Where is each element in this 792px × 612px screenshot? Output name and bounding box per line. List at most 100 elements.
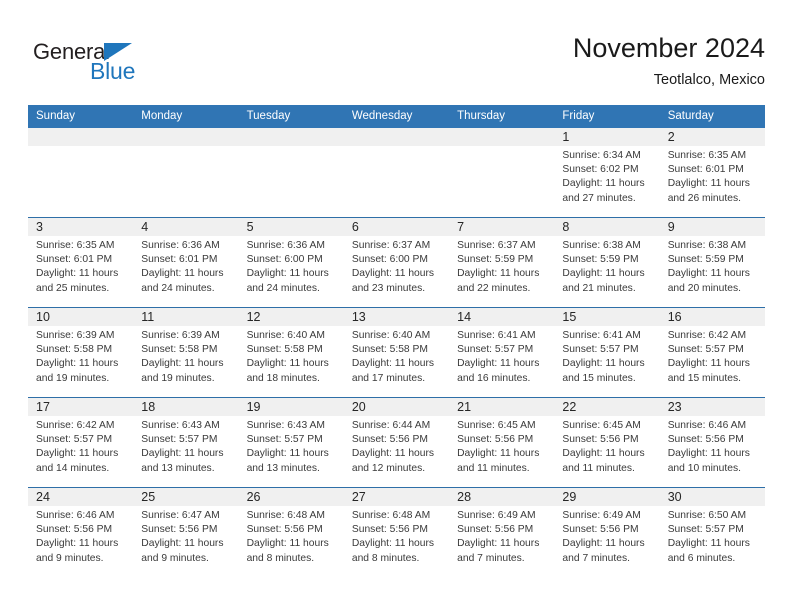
daylight-text: Daylight: 11 hours	[246, 358, 329, 370]
day-cell[interactable]: 9 Sunrise: 6:38 AM Sunset: 5:59 PM Dayli…	[659, 217, 765, 308]
daylight-text-cont: and 11 minutes.	[457, 462, 530, 474]
weekday-header-friday: Friday	[554, 105, 660, 128]
day-cell[interactable]	[449, 128, 555, 218]
daylight-text: Daylight: 11 hours	[562, 538, 645, 550]
day-number: 12	[238, 308, 344, 326]
day-cell[interactable]: 1 Sunrise: 6:34 AM Sunset: 6:02 PM Dayli…	[554, 128, 660, 218]
day-cell[interactable]: 27 Sunrise: 6:48 AM Sunset: 5:56 PM Dayl…	[343, 487, 450, 577]
daylight-text: Daylight: 11 hours	[667, 178, 750, 190]
day-number: 3	[28, 218, 134, 236]
day-number: 4	[133, 218, 239, 236]
day-cell[interactable]: 19 Sunrise: 6:43 AM Sunset: 5:57 PM Dayl…	[238, 397, 344, 488]
day-cell[interactable]: 3 Sunrise: 6:35 AM Sunset: 6:01 PM Dayli…	[28, 217, 134, 308]
day-number	[343, 128, 450, 146]
daylight-text: Daylight: 11 hours	[246, 538, 329, 550]
day-cell[interactable]: 30 Sunrise: 6:50 AM Sunset: 5:57 PM Dayl…	[659, 487, 765, 577]
day-cell[interactable]: 12 Sunrise: 6:40 AM Sunset: 5:58 PM Dayl…	[238, 307, 344, 398]
day-cell[interactable]: 7 Sunrise: 6:37 AM Sunset: 5:59 PM Dayli…	[449, 217, 555, 308]
day-cell[interactable]	[133, 128, 239, 218]
page-header: General Blue November 2024 Teotlalco, Me…	[0, 0, 792, 100]
sunset-text: Sunset: 5:56 PM	[457, 524, 534, 536]
day-cell[interactable]: 29 Sunrise: 6:49 AM Sunset: 5:56 PM Dayl…	[554, 487, 660, 577]
day-number: 18	[133, 398, 239, 416]
daylight-text-cont: and 15 minutes.	[667, 372, 741, 384]
daylight-text-cont: and 16 minutes.	[457, 372, 531, 384]
day-cell[interactable]: 20 Sunrise: 6:44 AM Sunset: 5:56 PM Dayl…	[343, 397, 450, 488]
daylight-text: Daylight: 11 hours	[141, 448, 224, 460]
sunrise-text: Sunrise: 6:46 AM	[667, 420, 747, 431]
sunrise-text: Sunrise: 6:36 AM	[141, 240, 220, 251]
daylight-text: Daylight: 11 hours	[562, 448, 645, 460]
sunset-text: Sunset: 5:56 PM	[351, 434, 428, 446]
daylight-text: Daylight: 11 hours	[36, 268, 119, 280]
daylight-text: Daylight: 11 hours	[562, 178, 645, 190]
day-cell[interactable]: 11 Sunrise: 6:39 AM Sunset: 5:58 PM Dayl…	[133, 307, 239, 398]
day-cell[interactable]	[343, 128, 450, 218]
day-number: 6	[343, 218, 450, 236]
sunrise-text: Sunrise: 6:36 AM	[246, 240, 325, 251]
daylight-text: Daylight: 11 hours	[667, 448, 750, 460]
sunset-text: Sunset: 6:01 PM	[667, 164, 744, 176]
day-cell[interactable]: 5 Sunrise: 6:36 AM Sunset: 6:00 PM Dayli…	[238, 217, 344, 308]
day-cell[interactable]: 26 Sunrise: 6:48 AM Sunset: 5:56 PM Dayl…	[238, 487, 344, 577]
daylight-text-cont: and 25 minutes.	[36, 282, 110, 294]
daylight-text-cont: and 27 minutes.	[562, 192, 636, 204]
daylight-text: Daylight: 11 hours	[667, 268, 750, 280]
day-number	[133, 128, 239, 146]
day-cell[interactable]: 4 Sunrise: 6:36 AM Sunset: 6:01 PM Dayli…	[133, 217, 239, 308]
day-cell[interactable]: 10 Sunrise: 6:39 AM Sunset: 5:58 PM Dayl…	[28, 307, 134, 398]
daylight-text: Daylight: 11 hours	[36, 358, 119, 370]
daylight-text: Daylight: 11 hours	[562, 358, 645, 370]
week-row: 17 Sunrise: 6:42 AM Sunset: 5:57 PM Dayl…	[28, 397, 765, 488]
weekday-header-monday: Monday	[133, 105, 239, 128]
day-cell[interactable]: 2 Sunrise: 6:35 AM Sunset: 6:01 PM Dayli…	[659, 128, 765, 218]
sunrise-text: Sunrise: 6:49 AM	[457, 510, 536, 521]
day-cell[interactable]: 21 Sunrise: 6:45 AM Sunset: 5:56 PM Dayl…	[449, 397, 555, 488]
daylight-text-cont: and 21 minutes.	[562, 282, 636, 294]
day-number: 22	[554, 398, 660, 416]
sunset-text: Sunset: 6:02 PM	[562, 164, 639, 176]
day-number: 5	[238, 218, 344, 236]
sunrise-text: Sunrise: 6:46 AM	[36, 510, 115, 521]
day-cell[interactable]: 25 Sunrise: 6:47 AM Sunset: 5:56 PM Dayl…	[133, 487, 239, 577]
daylight-text-cont: and 13 minutes.	[141, 462, 215, 474]
day-cell[interactable]: 18 Sunrise: 6:43 AM Sunset: 5:57 PM Dayl…	[133, 397, 239, 488]
sunrise-text: Sunrise: 6:37 AM	[351, 240, 431, 251]
day-number: 14	[449, 308, 555, 326]
day-number: 29	[554, 488, 660, 506]
sunrise-text: Sunrise: 6:43 AM	[246, 420, 325, 431]
day-cell[interactable]: 24 Sunrise: 6:46 AM Sunset: 5:56 PM Dayl…	[28, 487, 134, 577]
daylight-text: Daylight: 11 hours	[141, 358, 224, 370]
weekday-header-sunday: Sunday	[28, 105, 134, 128]
sunset-text: Sunset: 5:56 PM	[457, 434, 534, 446]
daylight-text-cont: and 10 minutes.	[667, 462, 741, 474]
day-cell[interactable]	[238, 128, 344, 218]
daylight-text-cont: and 13 minutes.	[246, 462, 320, 474]
daylight-text-cont: and 12 minutes.	[351, 462, 426, 474]
sunrise-text: Sunrise: 6:49 AM	[562, 510, 641, 521]
sunrise-text: Sunrise: 6:35 AM	[667, 150, 747, 161]
day-cell[interactable]: 17 Sunrise: 6:42 AM Sunset: 5:57 PM Dayl…	[28, 397, 134, 488]
day-cell[interactable]: 13 Sunrise: 6:40 AM Sunset: 5:58 PM Dayl…	[343, 307, 450, 398]
sunset-text: Sunset: 5:56 PM	[246, 524, 323, 536]
day-cell[interactable]: 6 Sunrise: 6:37 AM Sunset: 6:00 PM Dayli…	[343, 217, 450, 308]
day-cell[interactable]: 22 Sunrise: 6:45 AM Sunset: 5:56 PM Dayl…	[554, 397, 660, 488]
sunrise-text: Sunrise: 6:45 AM	[457, 420, 536, 431]
sunrise-text: Sunrise: 6:38 AM	[562, 240, 641, 251]
day-cell[interactable]: 28 Sunrise: 6:49 AM Sunset: 5:56 PM Dayl…	[449, 487, 555, 577]
day-number: 26	[238, 488, 344, 506]
day-cell[interactable]: 16 Sunrise: 6:42 AM Sunset: 5:57 PM Dayl…	[659, 307, 765, 398]
day-cell[interactable]: 14 Sunrise: 6:41 AM Sunset: 5:57 PM Dayl…	[449, 307, 555, 398]
day-cell[interactable]: 23 Sunrise: 6:46 AM Sunset: 5:56 PM Dayl…	[659, 397, 765, 488]
sunset-text: Sunset: 6:00 PM	[246, 254, 323, 266]
daylight-text-cont: and 8 minutes.	[351, 552, 420, 564]
sunset-text: Sunset: 5:56 PM	[667, 434, 744, 446]
sunrise-text: Sunrise: 6:47 AM	[141, 510, 220, 521]
day-cell[interactable]	[28, 128, 134, 218]
day-number: 23	[659, 398, 765, 416]
sunset-text: Sunset: 5:58 PM	[351, 344, 428, 356]
calendar-title-block: November 2024 Teotlalco, Mexico	[573, 32, 765, 90]
day-cell[interactable]: 8 Sunrise: 6:38 AM Sunset: 5:59 PM Dayli…	[554, 217, 660, 308]
day-number: 1	[554, 128, 660, 146]
day-cell[interactable]: 15 Sunrise: 6:41 AM Sunset: 5:57 PM Dayl…	[554, 307, 660, 398]
